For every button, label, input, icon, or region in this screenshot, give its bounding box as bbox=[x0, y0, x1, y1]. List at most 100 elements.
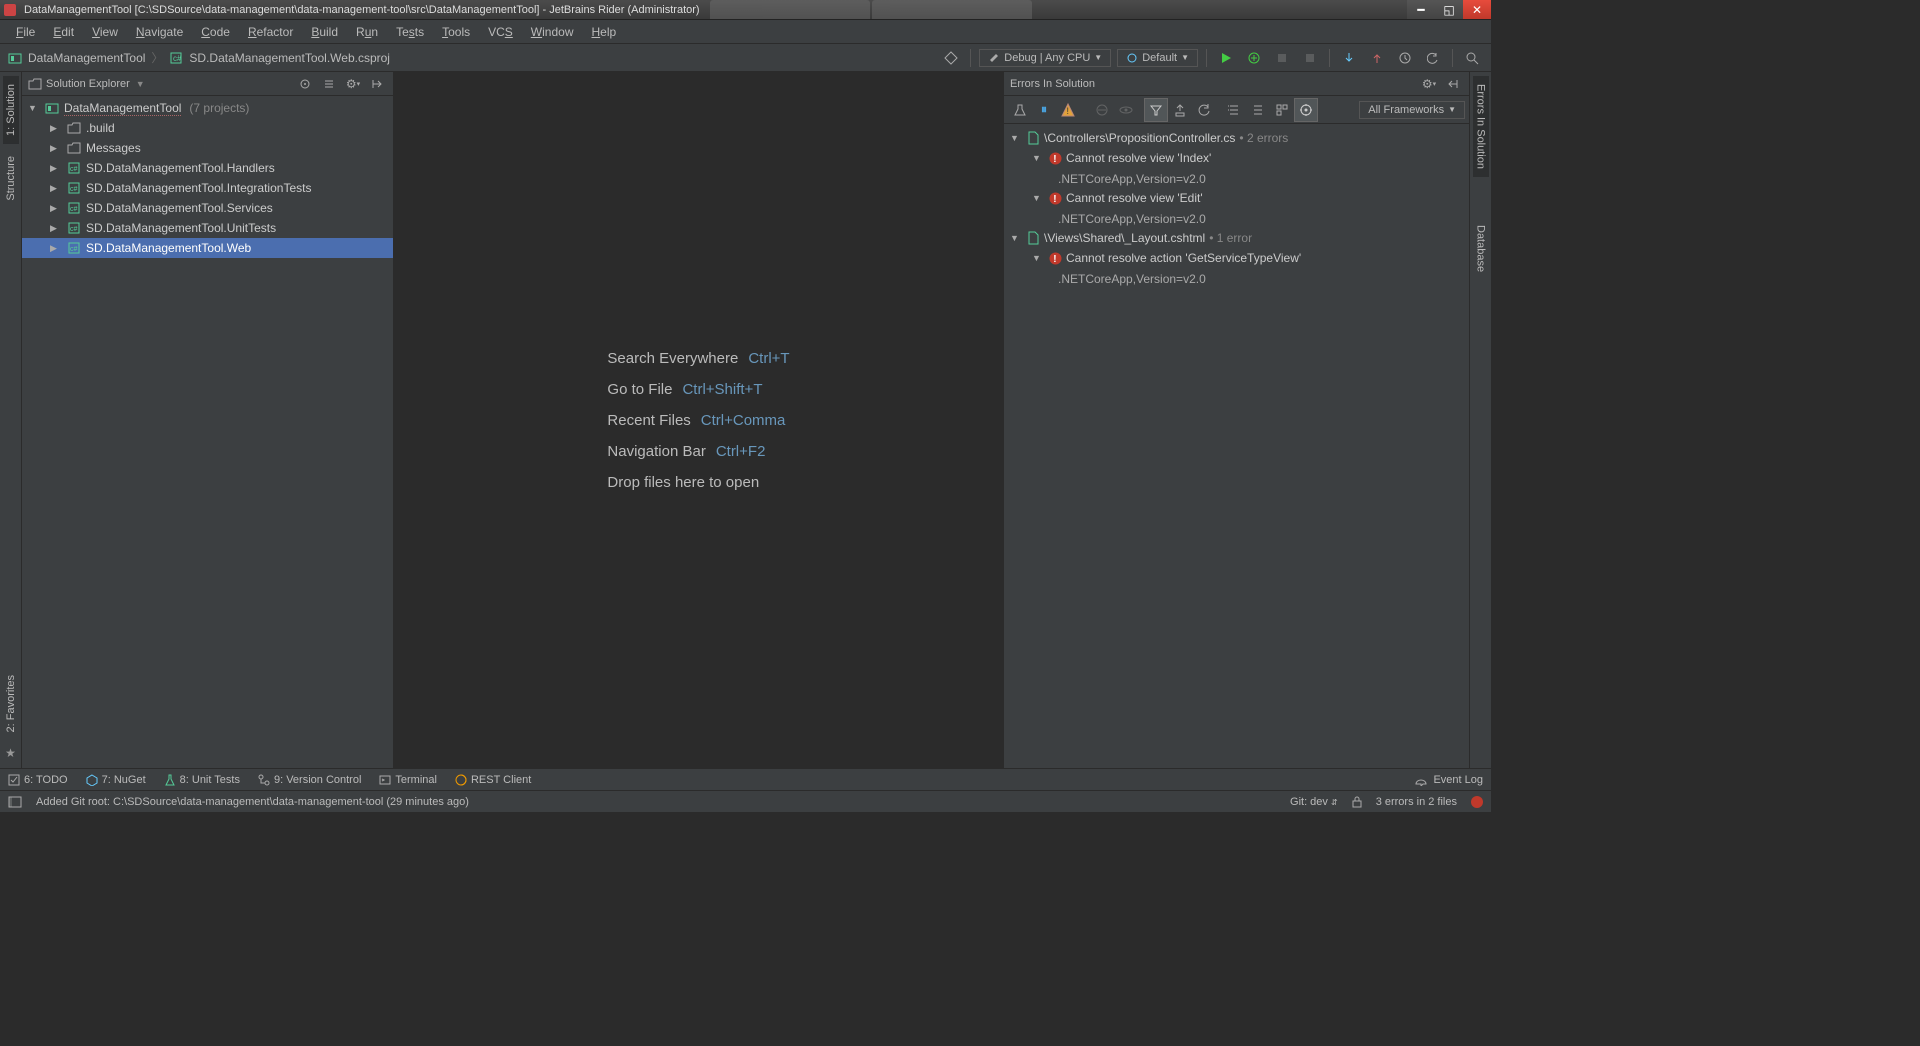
show-ignored-icon[interactable] bbox=[1114, 98, 1138, 122]
solution-explorer-panel: Solution Explorer ▼ ⚙▾ ▼ DataManagementT… bbox=[22, 72, 394, 768]
error-indicator-icon[interactable] bbox=[1471, 796, 1483, 808]
lock-icon[interactable] bbox=[1352, 796, 1362, 808]
build-icon[interactable] bbox=[940, 47, 962, 69]
error-row[interactable]: ▼!Cannot resolve action 'GetServiceTypeV… bbox=[1004, 248, 1469, 268]
menu-tools[interactable]: Tools bbox=[434, 23, 478, 41]
menu-file[interactable]: File bbox=[8, 23, 43, 41]
hide-panel-icon[interactable] bbox=[1443, 74, 1463, 94]
minimize-button[interactable]: ━ bbox=[1407, 0, 1435, 19]
error-message: Cannot resolve action 'GetServiceTypeVie… bbox=[1066, 251, 1301, 265]
gear-icon[interactable]: ⚙▾ bbox=[1419, 74, 1439, 94]
vcs-history-icon[interactable] bbox=[1394, 47, 1416, 69]
tab-unit-tests[interactable]: 8: Unit Tests bbox=[164, 774, 240, 786]
vcs-commit-icon[interactable] bbox=[1366, 47, 1388, 69]
maximize-button[interactable]: ◱ bbox=[1435, 0, 1463, 19]
debug-button[interactable] bbox=[1243, 47, 1265, 69]
tree-item[interactable]: ▶c#SD.DataManagementTool.Handlers bbox=[22, 158, 393, 178]
error-file-row[interactable]: ▼\Views\Shared\_Layout.cshtml • 1 error bbox=[1004, 228, 1469, 248]
menu-edit[interactable]: Edit bbox=[45, 23, 82, 41]
menu-run[interactable]: Run bbox=[348, 23, 386, 41]
collapse-all-icon[interactable] bbox=[1246, 98, 1270, 122]
tree-item[interactable]: ▶.build bbox=[22, 118, 393, 138]
tab-nuget[interactable]: 7: NuGet bbox=[86, 774, 146, 786]
editor-hint: Drop files here to open bbox=[607, 474, 789, 491]
filter-icon[interactable] bbox=[1144, 98, 1168, 122]
menu-code[interactable]: Code bbox=[193, 23, 238, 41]
tab-database[interactable]: Database bbox=[1473, 217, 1489, 280]
svg-text:c#: c# bbox=[70, 186, 78, 193]
tree-item[interactable]: ▶c#SD.DataManagementTool.Web bbox=[22, 238, 393, 258]
flask-icon[interactable] bbox=[1008, 98, 1032, 122]
error-count[interactable]: 3 errors in 2 files bbox=[1376, 796, 1457, 808]
menu-help[interactable]: Help bbox=[583, 23, 624, 41]
tab-favorites[interactable]: 2: Favorites bbox=[3, 667, 19, 740]
breadcrumb-file[interactable]: SD.DataManagementTool.Web.csproj bbox=[189, 51, 390, 65]
menu-navigate[interactable]: Navigate bbox=[128, 23, 191, 41]
build-config-combo[interactable]: Debug | Any CPU ▼ bbox=[979, 49, 1111, 67]
warning-icon[interactable]: ! bbox=[1056, 98, 1080, 122]
menu-refactor[interactable]: Refactor bbox=[240, 23, 301, 41]
tab-event-log[interactable]: Event Log bbox=[1415, 774, 1483, 786]
close-button[interactable]: ✕ bbox=[1463, 0, 1491, 19]
ignore-icon[interactable] bbox=[1090, 98, 1114, 122]
run-button[interactable] bbox=[1215, 47, 1237, 69]
run-target-combo[interactable]: Default ▼ bbox=[1117, 49, 1198, 67]
error-file-row[interactable]: ▼\Controllers\PropositionController.cs •… bbox=[1004, 128, 1469, 148]
tab-terminal[interactable]: Terminal bbox=[379, 774, 437, 786]
group-by-icon[interactable] bbox=[1270, 98, 1294, 122]
errors-toolbar: ⏸ ! All Frameworks ▼ bbox=[1004, 96, 1469, 124]
attach-button[interactable] bbox=[1271, 47, 1293, 69]
menu-vcs[interactable]: VCS bbox=[480, 23, 521, 41]
solution-icon bbox=[8, 51, 22, 65]
tab-version-control[interactable]: 9: Version Control bbox=[258, 774, 361, 786]
background-browser-tabs bbox=[710, 0, 1407, 19]
breadcrumb-separator: 〉 bbox=[151, 49, 163, 66]
menu-view[interactable]: View bbox=[84, 23, 126, 41]
vcs-revert-icon[interactable] bbox=[1422, 47, 1444, 69]
tree-item-label: SD.DataManagementTool.UnitTests bbox=[86, 221, 276, 235]
tree-item[interactable]: ▶c#SD.DataManagementTool.UnitTests bbox=[22, 218, 393, 238]
refresh-icon[interactable] bbox=[1192, 98, 1216, 122]
tab-structure[interactable]: Structure bbox=[3, 148, 19, 209]
tree-item[interactable]: ▶c#SD.DataManagementTool.IntegrationTest… bbox=[22, 178, 393, 198]
root-meta: (7 projects) bbox=[189, 101, 249, 115]
svg-text:!: ! bbox=[1067, 106, 1070, 116]
csproj-icon: c# bbox=[66, 220, 82, 236]
tab-rest-client[interactable]: REST Client bbox=[455, 774, 531, 786]
toggle-toolwindows-icon[interactable] bbox=[8, 796, 22, 808]
search-icon[interactable] bbox=[1461, 47, 1483, 69]
stop-button[interactable] bbox=[1299, 47, 1321, 69]
tab-todo[interactable]: 6: TODO bbox=[8, 774, 68, 786]
menu-build[interactable]: Build bbox=[303, 23, 346, 41]
tree-root[interactable]: ▼ DataManagementTool (7 projects) bbox=[22, 98, 393, 118]
autoscroll-icon[interactable] bbox=[1294, 98, 1318, 122]
error-icon: ! bbox=[1048, 151, 1062, 165]
tree-item[interactable]: ▶c#SD.DataManagementTool.Services bbox=[22, 198, 393, 218]
error-framework: .NETCoreApp,Version=v2.0 bbox=[1010, 171, 1206, 186]
locate-icon[interactable] bbox=[295, 74, 315, 94]
tab-errors[interactable]: Errors In Solution bbox=[1473, 76, 1489, 177]
breadcrumb-root[interactable]: DataManagementTool bbox=[28, 51, 145, 65]
git-branch[interactable]: Git: dev ⇵ bbox=[1290, 796, 1338, 808]
collapse-all-icon[interactable] bbox=[319, 74, 339, 94]
error-row[interactable]: ▼!Cannot resolve view 'Index' bbox=[1004, 148, 1469, 168]
hide-panel-icon[interactable] bbox=[367, 74, 387, 94]
target-icon bbox=[1126, 52, 1138, 64]
tab-solution[interactable]: 1: Solution bbox=[3, 76, 19, 144]
framework-filter-combo[interactable]: All Frameworks ▼ bbox=[1359, 101, 1465, 119]
expand-all-icon[interactable] bbox=[1222, 98, 1246, 122]
hint-label: Go to File bbox=[607, 381, 672, 398]
vcs-update-icon[interactable] bbox=[1338, 47, 1360, 69]
bottom-tool-bar: 6: TODO 7: NuGet 8: Unit Tests 9: Versio… bbox=[0, 768, 1491, 790]
error-row[interactable]: ▼!Cannot resolve view 'Edit' bbox=[1004, 188, 1469, 208]
tree-item[interactable]: ▶Messages bbox=[22, 138, 393, 158]
export-icon[interactable] bbox=[1168, 98, 1192, 122]
menu-tests[interactable]: Tests bbox=[388, 23, 432, 41]
left-tool-strip: 1: Solution Structure 2: Favorites ★ bbox=[0, 72, 22, 768]
pause-analysis-icon[interactable]: ⏸ bbox=[1032, 98, 1056, 122]
dropdown-icon[interactable]: ▼ bbox=[136, 79, 145, 89]
hint-shortcut: Ctrl+Comma bbox=[701, 412, 786, 429]
menu-window[interactable]: Window bbox=[523, 23, 582, 41]
star-icon[interactable]: ★ bbox=[2, 744, 20, 762]
gear-icon[interactable]: ⚙▾ bbox=[343, 74, 363, 94]
